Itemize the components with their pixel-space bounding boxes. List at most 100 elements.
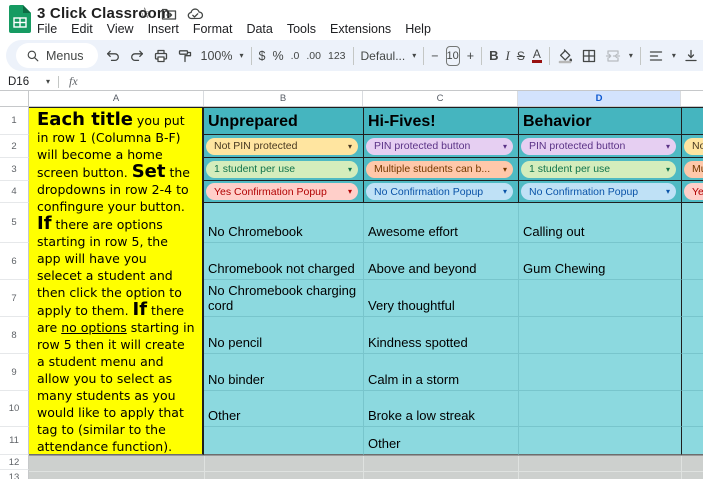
row-header[interactable]: 8 (0, 317, 29, 354)
italic-button[interactable]: I (506, 48, 510, 64)
row-header[interactable]: 13 (0, 470, 29, 479)
column-header-c[interactable]: C (363, 91, 518, 106)
bold-button[interactable]: B (489, 48, 498, 63)
cell-b11[interactable] (204, 427, 363, 455)
cell-a1-instruction-note[interactable]: Each title you put in row 1 (Columna B-F… (29, 107, 204, 455)
strikethrough-button[interactable]: S (517, 49, 525, 63)
chip-caret-icon[interactable]: ▾ (503, 165, 507, 174)
cell-c9[interactable]: Calm in a storm (363, 354, 518, 391)
format-percent-button[interactable]: % (272, 49, 283, 63)
font-size-input[interactable]: 10 (446, 46, 460, 66)
cell-b1-title[interactable]: Unprepared (204, 107, 363, 135)
row-header[interactable]: 12 (0, 455, 29, 470)
cell-d6[interactable]: Gum Chewing (518, 243, 681, 280)
horizontal-align-caret-icon[interactable]: ▾ (672, 51, 676, 60)
cell-b3-dropdown[interactable]: 1 student per use▾ (204, 158, 363, 181)
column-header-d-selected[interactable]: D (518, 91, 681, 106)
increase-decimal-button[interactable]: .00 (306, 50, 321, 62)
chip-caret-icon[interactable]: ▾ (666, 187, 670, 196)
cell-e11[interactable] (681, 427, 703, 455)
select-all-corner[interactable] (0, 91, 29, 106)
menu-tools[interactable]: Tools (280, 21, 323, 37)
sheets-logo-icon[interactable] (9, 5, 31, 33)
row-header[interactable]: 7 (0, 280, 29, 317)
zoom-level[interactable]: 100% (201, 49, 233, 63)
menu-view[interactable]: View (100, 21, 141, 37)
cell-e8[interactable] (681, 317, 703, 354)
menu-data[interactable]: Data (239, 21, 279, 37)
cell-e4-dropdown[interactable]: Yes (681, 181, 703, 203)
cell-c6[interactable]: Above and beyond (363, 243, 518, 280)
menu-edit[interactable]: Edit (64, 21, 100, 37)
cell-e9[interactable] (681, 354, 703, 391)
cell-c11[interactable]: Other (363, 427, 518, 455)
menus-search-button[interactable]: Menus (16, 43, 98, 68)
horizontal-align-button[interactable] (648, 47, 665, 64)
number-format-button[interactable]: 123 (328, 50, 346, 62)
cell-c7[interactable]: Very thoughtful (363, 280, 518, 317)
cell-b7[interactable]: No Chromebook charging cord (204, 280, 363, 317)
menu-format[interactable]: Format (186, 21, 240, 37)
name-box[interactable]: D16 (0, 76, 46, 88)
chip-caret-icon[interactable]: ▾ (666, 165, 670, 174)
cell-c5[interactable]: Awesome effort (363, 203, 518, 243)
cell-b6[interactable]: Chromebook not charged (204, 243, 363, 280)
cell-d5[interactable]: Calling out (518, 203, 681, 243)
cell-b9[interactable]: No binder (204, 354, 363, 391)
menu-file[interactable]: File (30, 21, 64, 37)
chip-caret-icon[interactable]: ▾ (348, 165, 352, 174)
cell-d2-dropdown[interactable]: PIN protected button▾ (518, 135, 681, 158)
increase-font-size-button[interactable]: + (467, 49, 474, 63)
chip-caret-icon[interactable]: ▾ (666, 142, 670, 151)
cell-d11[interactable] (518, 427, 681, 455)
row-header[interactable]: 3 (0, 158, 29, 181)
vertical-align-button[interactable] (683, 47, 700, 64)
formula-input[interactable] (78, 73, 703, 90)
cell-e5[interactable] (681, 203, 703, 243)
cloud-status-icon[interactable] (187, 6, 204, 22)
cell-d4-dropdown[interactable]: No Confirmation Popup▾ (518, 181, 681, 203)
cell-e1-title[interactable] (681, 107, 703, 135)
row-header[interactable]: 9 (0, 354, 29, 391)
name-box-caret-icon[interactable]: ▾ (46, 77, 50, 86)
cell-e6[interactable] (681, 243, 703, 280)
chip-caret-icon[interactable]: ▾ (348, 142, 352, 151)
cell-d3-dropdown[interactable]: 1 student per use▾ (518, 158, 681, 181)
cell-d7[interactable] (518, 280, 681, 317)
cell-c3-dropdown[interactable]: Multiple students can b...▾ (363, 158, 518, 181)
star-icon[interactable]: ☆ (138, 6, 151, 22)
row-header[interactable]: 6 (0, 243, 29, 280)
row-header[interactable]: 11 (0, 427, 29, 455)
column-header-e-partial[interactable] (681, 91, 703, 106)
print-button[interactable] (153, 47, 170, 64)
cell-d10[interactable] (518, 391, 681, 427)
menu-help[interactable]: Help (398, 21, 438, 37)
cell-c1-title[interactable]: Hi-Fives! (363, 107, 518, 135)
format-currency-button[interactable]: $ (259, 49, 266, 63)
cell-e10[interactable] (681, 391, 703, 427)
cell-c2-dropdown[interactable]: PIN protected button▾ (363, 135, 518, 158)
zoom-caret-icon[interactable]: ▾ (240, 51, 244, 60)
redo-button[interactable] (129, 47, 146, 64)
row-header[interactable]: 1 (0, 107, 29, 135)
chip-caret-icon[interactable]: ▾ (348, 187, 352, 196)
text-color-button[interactable]: A (532, 48, 542, 63)
move-folder-icon[interactable] (161, 6, 177, 22)
merge-caret-icon[interactable]: ▾ (629, 51, 633, 60)
menu-insert[interactable]: Insert (141, 21, 186, 37)
cell-c4-dropdown[interactable]: No Confirmation Popup▾ (363, 181, 518, 203)
cell-b5[interactable]: No Chromebook (204, 203, 363, 243)
cell-e3-dropdown[interactable]: Mul (681, 158, 703, 181)
decrease-decimal-button[interactable]: .0 (291, 50, 300, 62)
cell-d8[interactable] (518, 317, 681, 354)
column-header-b[interactable]: B (204, 91, 363, 106)
chip-caret-icon[interactable]: ▾ (503, 142, 507, 151)
cell-b2-dropdown[interactable]: Not PIN protected▾ (204, 135, 363, 158)
paint-format-button[interactable] (177, 47, 194, 64)
borders-button[interactable] (581, 47, 598, 64)
menu-extensions[interactable]: Extensions (323, 21, 398, 37)
cell-d9[interactable] (518, 354, 681, 391)
decrease-font-size-button[interactable]: − (431, 49, 438, 63)
column-header-a[interactable]: A (29, 91, 204, 106)
cell-b8[interactable]: No pencil (204, 317, 363, 354)
